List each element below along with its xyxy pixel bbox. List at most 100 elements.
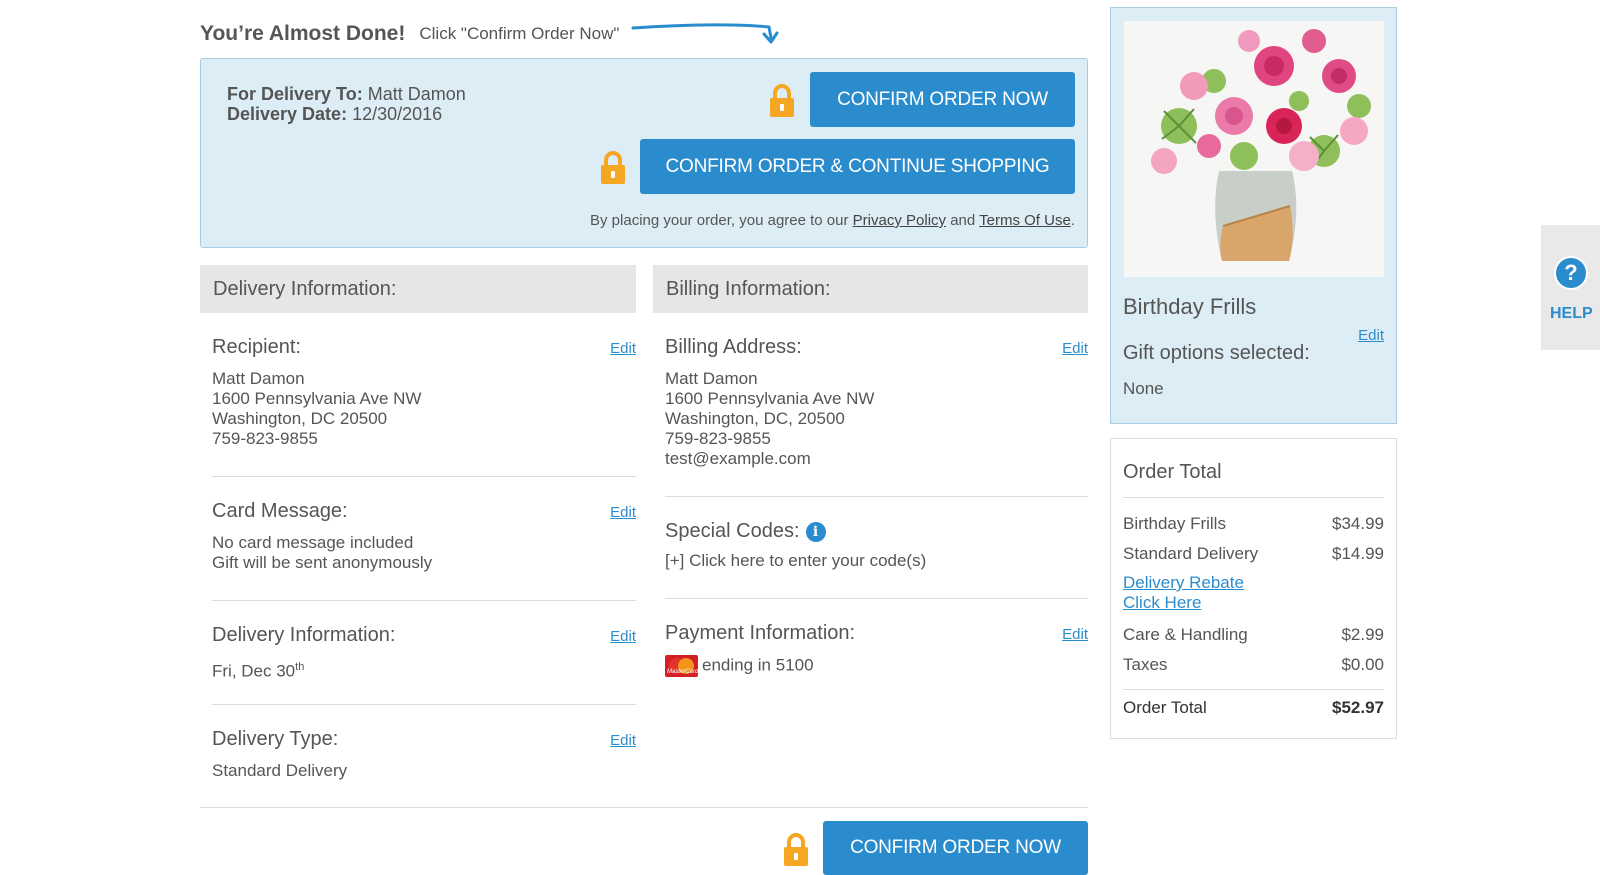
recipient-line: 1600 Pennsylvania Ave NW [212,389,422,408]
confirm-order-panel: For Delivery To: Matt Damon Delivery Dat… [200,58,1088,248]
recipient-title: Recipient: [212,336,301,358]
enter-code-link[interactable]: [+] Click here to enter your code(s) [665,551,1088,571]
billing-line: Matt Damon [665,369,758,388]
help-icon[interactable]: ? [1554,256,1588,290]
billing-address: Matt Damon 1600 Pennsylvania Ave NW Wash… [665,369,1088,469]
delivery-date: Fri, Dec 30 [212,661,296,681]
divider [200,807,1088,808]
rebate-click-here-link[interactable]: Click Here [1123,593,1201,612]
delivery-date-text: Fri, Dec 30th [212,657,636,682]
card-message-line: No card message included [212,533,414,552]
confirm-order-now-button[interactable]: CONFIRM ORDER NOW [810,72,1075,127]
order-total-panel: Order Total Birthday Frills $34.99 Stand… [1110,438,1397,739]
gift-options-label: Gift options selected: [1123,342,1310,364]
delivery-date-suffix: th [295,661,305,673]
divider [1123,689,1384,690]
card-ending-text: ending in 5100 [702,655,814,675]
order-total-label: Order Total [1123,698,1207,717]
agreement-prefix: By placing your order, you agree to our [590,212,849,229]
product-name: Birthday Frills [1123,294,1257,319]
order-total-amount: $52.97 [1332,698,1384,717]
recipient-line: Matt Damon [212,369,305,388]
divider [212,704,636,705]
delivery-to-value: Matt Damon [367,84,466,104]
mastercard-icon-text: MasterCard [667,669,698,675]
agreement-period: . [1070,212,1075,229]
product-summary-panel: Birthday Frills Edit Gift options select… [1110,7,1397,424]
payment-information-title: Payment Information: [665,622,856,644]
line-item-amount: $14.99 [1332,544,1384,563]
delivery-date-value: 12/30/2016 [352,104,443,124]
divider [665,598,1088,599]
almost-done-instruction: Click "Confirm Order Now" [419,23,620,43]
card-message-title: Card Message: [212,500,348,522]
edit-gift-options-link[interactable]: Edit [1358,327,1384,344]
card-message-text: No card message included Gift will be se… [212,533,636,573]
special-codes-section: Special Codes: i [+] Click here to enter … [665,520,1088,571]
order-line-item: Care & Handling $2.99 [1123,625,1384,645]
billing-line: 759-823-9855 [665,429,771,448]
edit-delivery-type-link[interactable]: Edit [610,732,636,749]
order-total-row: Order Total $52.97 [1123,698,1384,718]
special-codes-label: Special Codes: [665,520,800,542]
lock-icon [781,832,811,868]
info-icon[interactable]: i [805,521,826,542]
privacy-policy-link[interactable]: Privacy Policy [853,212,946,229]
line-item-label: Care & Handling [1123,625,1248,644]
delivery-information-header: Delivery Information: [200,265,636,313]
payment-information-section: Payment Information: Edit MasterCard endi… [665,622,1088,677]
delivery-type-value: Standard Delivery [212,761,348,780]
help-label[interactable]: HELP [1550,305,1593,323]
divider [212,600,636,601]
divider [212,476,636,477]
delivery-info-title: Delivery Information: [212,624,396,646]
billing-address-section: Billing Address: Edit Matt Damon 1600 Pe… [665,336,1088,469]
almost-done-heading: You’re Almost Done! Click "Confirm Order… [200,16,781,51]
agreement-text: By placing your order, you agree to our … [590,212,1075,229]
confirm-and-continue-shopping-button[interactable]: CONFIRM ORDER & CONTINUE SHOPPING [640,139,1075,194]
edit-delivery-date-link[interactable]: Edit [610,628,636,645]
edit-recipient-link[interactable]: Edit [610,340,636,357]
product-image [1124,21,1384,277]
billing-address-title: Billing Address: [665,336,802,358]
terms-of-use-link[interactable]: Terms Of Use [979,212,1071,229]
recipient-line: 759-823-9855 [212,429,318,448]
mastercard-icon: MasterCard [665,655,698,677]
card-message-section: Card Message: Edit No card message inclu… [212,500,636,573]
order-line-item: Birthday Frills $34.99 [1123,514,1384,534]
billing-information-header: Billing Information: [653,265,1088,313]
line-item-amount: $0.00 [1341,655,1384,674]
billing-line: test@example.com [665,449,811,468]
line-item-label: Taxes [1123,655,1168,674]
special-codes-title: Special Codes: i [665,520,1088,543]
delivery-rebate-text[interactable]: Delivery Rebate [1123,573,1244,592]
recipient-line: Washington, DC 20500 [212,409,388,428]
delivery-date-label: Delivery Date: [227,104,348,124]
lock-icon [767,83,797,119]
order-total-title: Order Total [1123,461,1222,483]
line-item-label: Birthday Frills [1123,514,1226,533]
order-line-item: Standard Delivery $14.99 [1123,544,1384,564]
delivery-date-section: Delivery Information: Edit Fri, Dec 30th [212,624,636,682]
billing-line: 1600 Pennsylvania Ave NW [665,389,875,408]
agreement-and: and [950,212,976,229]
divider [665,496,1088,497]
card-message-line: Gift will be sent anonymously [212,553,433,572]
line-item-amount: $34.99 [1332,514,1384,533]
recipient-section: Recipient: Edit Matt Damon 1600 Pennsylv… [212,336,636,449]
order-line-item: Taxes $0.00 [1123,655,1384,675]
delivery-type-section: Delivery Type: Edit Standard Delivery [212,728,636,781]
edit-payment-link[interactable]: Edit [1062,626,1088,643]
almost-done-title: You’re Almost Done! [200,21,406,45]
help-tab[interactable]: ? HELP [1541,225,1600,350]
confirm-order-now-bottom-button[interactable]: CONFIRM ORDER NOW [823,821,1088,875]
edit-card-message-link[interactable]: Edit [610,504,636,521]
delivery-summary: For Delivery To: Matt Damon Delivery Dat… [227,84,466,124]
recipient-address: Matt Damon 1600 Pennsylvania Ave NW Wash… [212,369,636,449]
edit-billing-address-link[interactable]: Edit [1062,340,1088,357]
arrow-curve-icon [631,20,781,51]
delivery-rebate-link[interactable]: Delivery Rebate Click Here [1123,573,1244,613]
line-item-label: Standard Delivery [1123,544,1259,563]
divider [1123,497,1384,498]
line-item-amount: $2.99 [1341,625,1384,644]
